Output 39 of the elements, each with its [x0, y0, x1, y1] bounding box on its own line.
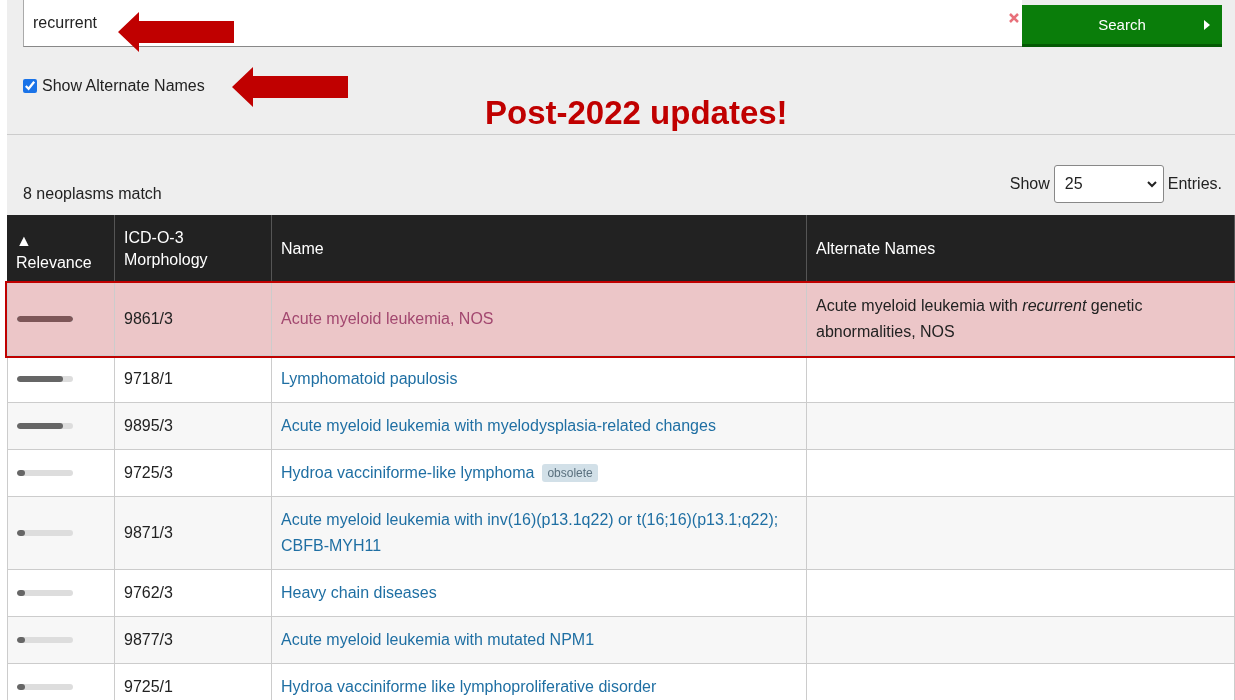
- morphology-code: 9895/3: [124, 416, 173, 436]
- neoplasm-link[interactable]: Heavy chain diseases: [281, 580, 437, 606]
- show-label: Show: [1009, 175, 1050, 193]
- neoplasm-link[interactable]: Hydroa vacciniforme like lymphoproliferative disorder: [281, 674, 657, 700]
- alternate-names-text: Acute myeloid leukemia with recurrent genetic abnormalities, NOS: [816, 296, 1144, 342]
- column-header[interactable]: ▲ Relevance: [7, 215, 115, 283]
- morphology-code: 9877/3: [124, 630, 173, 650]
- status-tag: obsolete: [542, 464, 598, 482]
- search-field[interactable]: recurrent: [23, 0, 1022, 47]
- column-header[interactable]: Name: [272, 215, 807, 283]
- morphology-code: 9762/3: [124, 583, 173, 603]
- checkbox[interactable]: [23, 79, 37, 93]
- column-header[interactable]: ICD-O-3 Morphology: [115, 215, 272, 283]
- checkbox-label[interactable]: Show Alternate Names: [42, 77, 205, 95]
- morphology-code: 9861/3: [124, 309, 173, 329]
- sort-indicator: ▲: [16, 231, 33, 251]
- annotation-text: Post-2022 updates!: [485, 94, 788, 132]
- neoplasm-link[interactable]: Lymphomatoid papulosis: [281, 366, 458, 392]
- close-icon[interactable]: [1008, 12, 1020, 24]
- neoplasm-link[interactable]: Acute myeloid leukemia with mutated NPM1: [281, 627, 595, 653]
- chevron-icon: [1146, 180, 1157, 188]
- morphology-code: 9725/3: [124, 463, 173, 483]
- neoplasm-link[interactable]: Hydroa vacciniforme-like lymphoma: [281, 460, 535, 486]
- page-size-select[interactable]: 25: [1053, 165, 1164, 203]
- search-button[interactable]: Search: [1022, 5, 1222, 47]
- column-header[interactable]: Alternate Names: [807, 215, 1235, 283]
- column-label: ICD-O-3 Morphology: [124, 228, 209, 270]
- column-label: Name: [281, 239, 325, 259]
- morphology-code: 9718/1: [124, 369, 173, 389]
- morphology-code: 9725/1: [124, 677, 173, 697]
- neoplasm-link[interactable]: Acute myeloid leukemia with inv(16)(p13.1q22) or t(16;16)(p13.1;q22); CBFB-MYH11: [281, 507, 797, 559]
- column-label: Alternate Names: [816, 239, 937, 259]
- morphology-code: 9871/3: [124, 523, 173, 543]
- column-label: Relevance: [16, 253, 93, 273]
- neoplasm-link[interactable]: Acute myeloid leukemia, NOS: [281, 306, 494, 332]
- entries-label: Entries.: [1167, 175, 1222, 193]
- neoplasm-link[interactable]: Acute myeloid leukemia with myelodysplasia-related changes: [281, 413, 716, 439]
- match-count: 8 neoplasms match: [23, 185, 162, 203]
- caret-icon: [1204, 20, 1210, 30]
